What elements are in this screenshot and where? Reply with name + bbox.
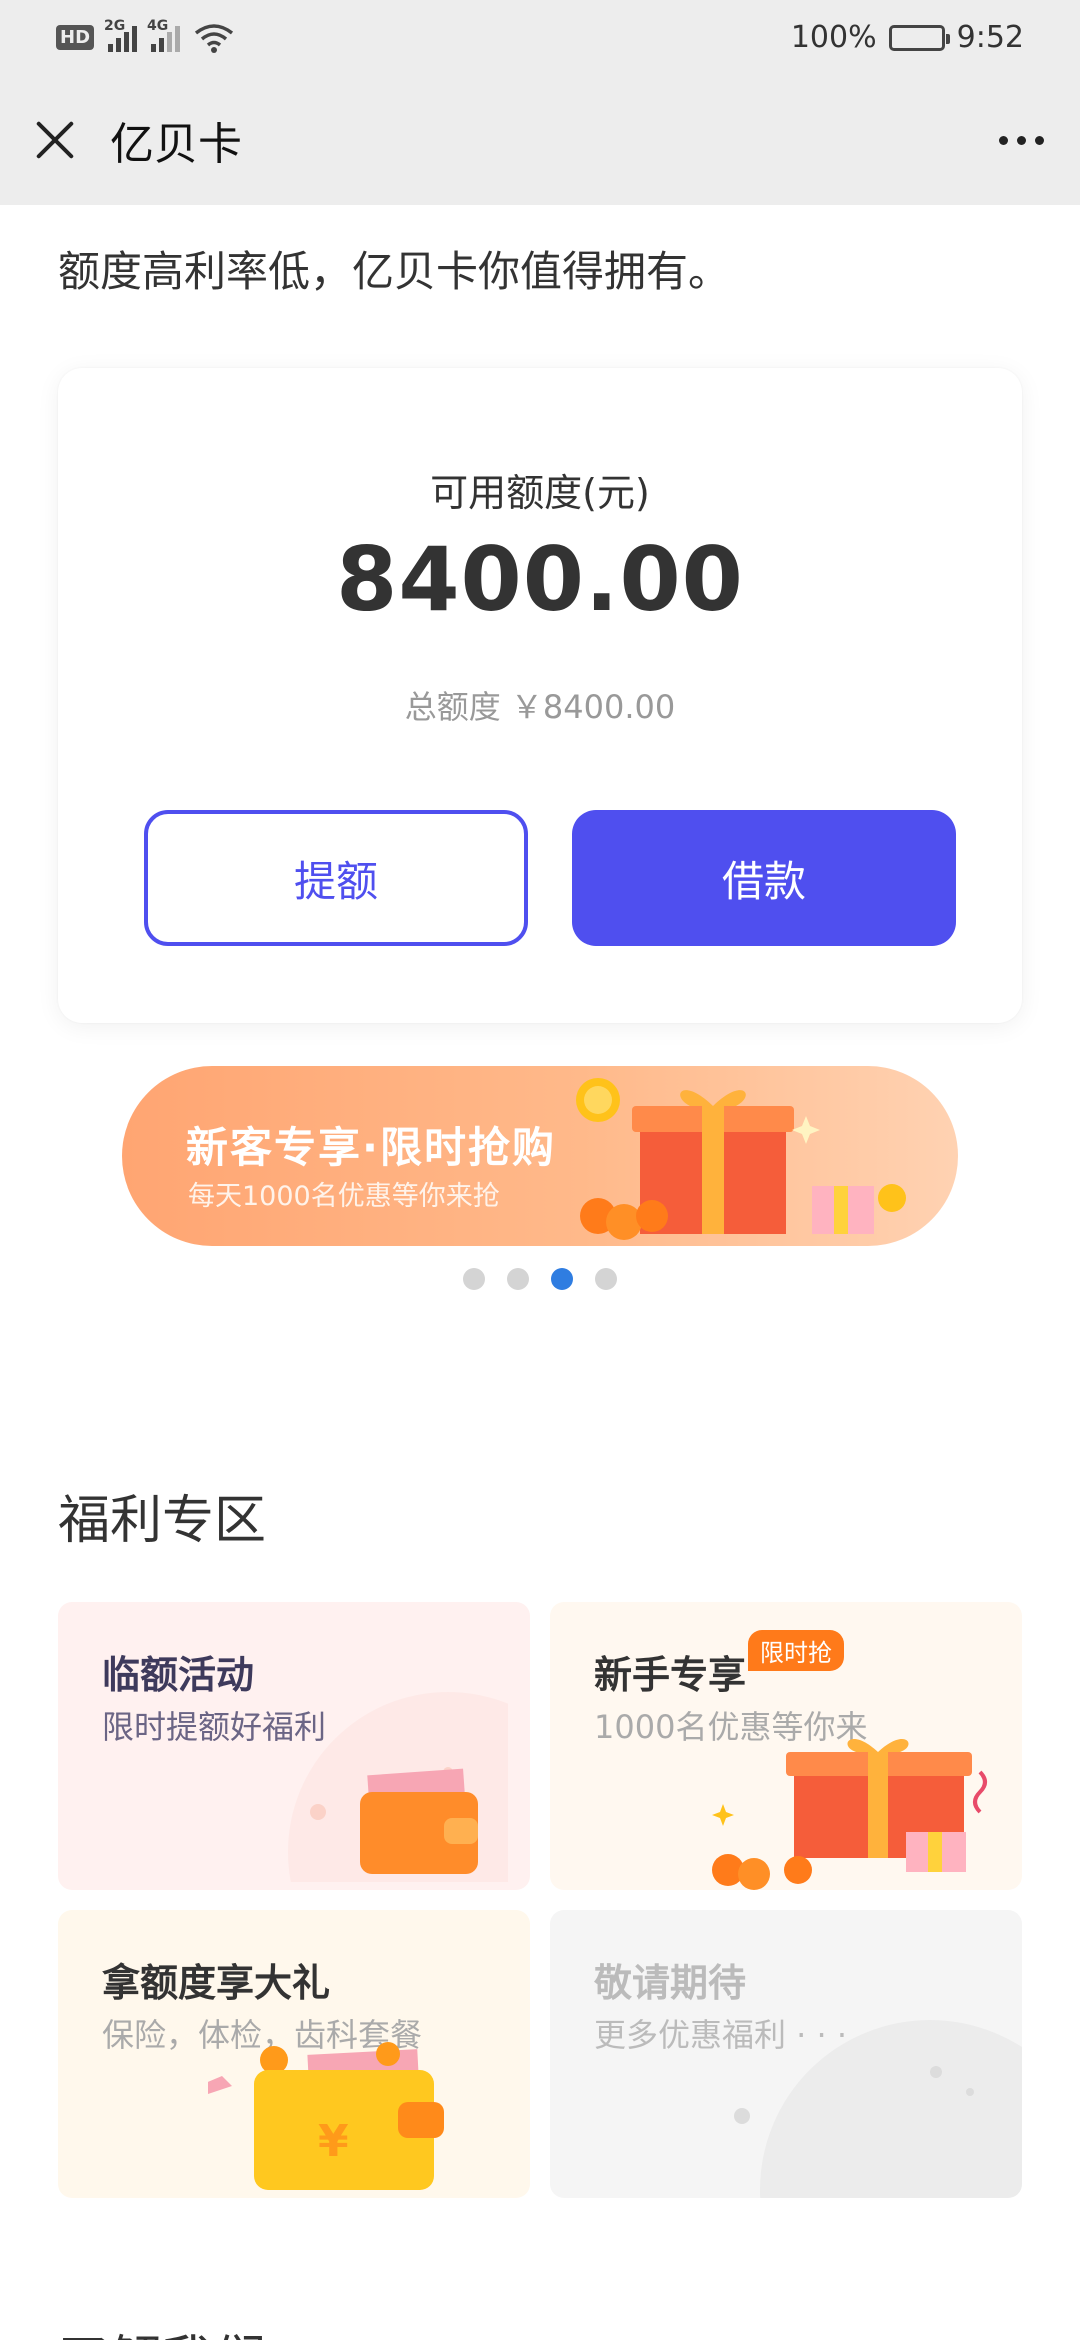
tile-temporary-limit[interactable]: 临额活动 限时提额好福利 — [58, 1602, 530, 1890]
raise-limit-button[interactable]: 提额 — [144, 810, 528, 946]
more-options-icon[interactable] — [995, 126, 1048, 155]
signal-4g-icon: 4G — [147, 18, 181, 52]
promo-banner[interactable]: 新客专享·限时抢购 每天1000名优惠等你来抢 — [122, 1066, 958, 1246]
battery-icon — [888, 24, 950, 51]
status-right: 100% 9:52 — [791, 20, 1024, 55]
pager-dot[interactable] — [463, 1268, 485, 1290]
wallet-icon — [288, 1692, 508, 1882]
status-left: HD 2G 4G — [56, 18, 234, 53]
available-credit-amount: 8400.00 — [336, 528, 744, 631]
battery-percent: 100% — [790, 20, 877, 55]
total-credit: 总额度 ￥8400.00 — [404, 688, 676, 726]
nav-bar: 亿贝卡 — [0, 75, 1080, 205]
available-credit-label: 可用额度(元) — [430, 471, 650, 515]
tile-newcomer[interactable]: 新手专享 限时抢 1000名优惠等你来 — [550, 1602, 1022, 1890]
tile-title: 敬请期待 — [594, 1961, 747, 2005]
pager-dot[interactable] — [595, 1268, 617, 1290]
banner-pager — [0, 1268, 1080, 1290]
credit-card: 可用额度(元) 8400.00 总额度 ￥8400.00 提额 借款 — [58, 368, 1022, 1023]
pager-dot-active[interactable] — [551, 1268, 573, 1290]
svg-text:¥: ¥ — [318, 2116, 349, 2167]
decorative-circle — [734, 2020, 1022, 2198]
welfare-section-title: 福利专区 — [58, 1491, 267, 1551]
tile-coming-soon[interactable]: 敬请期待 更多优惠福利 · · · — [550, 1910, 1022, 2198]
page-title: 亿贝卡 — [110, 119, 242, 170]
borrow-button[interactable]: 借款 — [572, 810, 956, 946]
tile-title: 新手专享 — [594, 1653, 747, 1697]
close-icon[interactable] — [32, 117, 78, 163]
tile-gift-package[interactable]: 拿额度享大礼 保险，体检，齿科套餐 ¥ — [58, 1910, 530, 2198]
status-bar: HD 2G 4G 100% 9:52 — [0, 0, 1080, 75]
gift-box-icon — [712, 1738, 987, 1890]
tagline: 额度高利率低，亿贝卡你值得拥有。 — [58, 247, 731, 296]
tile-title: 临额活动 — [102, 1653, 255, 1697]
banner-subtitle: 每天1000名优惠等你来抢 — [188, 1181, 500, 1212]
tile-title: 拿额度享大礼 — [102, 1961, 331, 2005]
yuan-wallet-icon: ¥ — [208, 2042, 444, 2190]
clock: 9:52 — [956, 20, 1024, 55]
network-2g-label: 2G — [104, 17, 126, 34]
network-4g-label: 4G — [147, 17, 169, 34]
gift-box-illustration — [576, 1078, 906, 1240]
about-section-title: 了解我们 — [58, 2318, 266, 2340]
limited-badge: 限时抢 — [748, 1630, 844, 1671]
pager-dot[interactable] — [507, 1268, 529, 1290]
signal-2g-icon: 2G — [104, 18, 138, 52]
wifi-icon — [194, 23, 234, 53]
hd-voice-icon: HD — [56, 25, 95, 50]
banner-title: 新客专享·限时抢购 — [186, 1123, 556, 1172]
